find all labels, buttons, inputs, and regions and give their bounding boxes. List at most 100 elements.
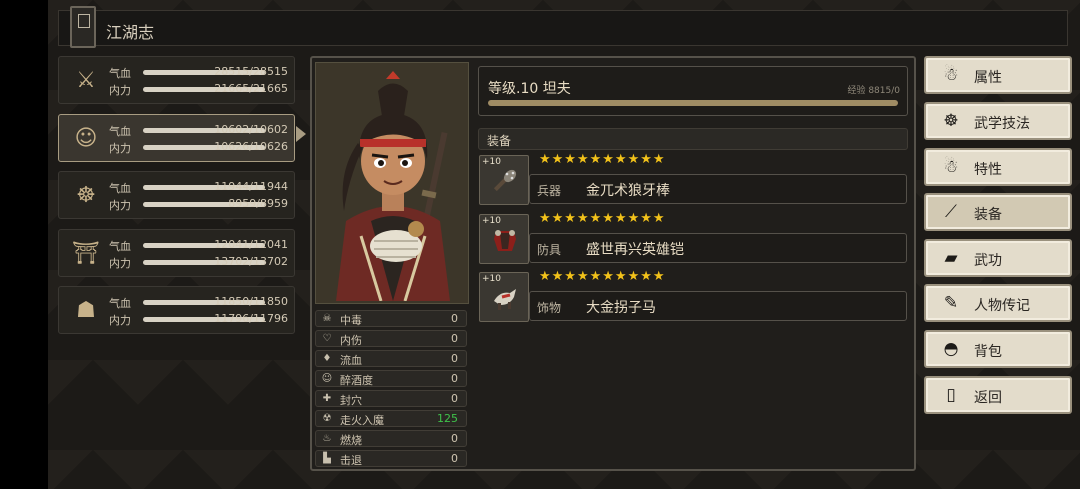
status-value: 125 <box>437 412 458 425</box>
menu-button[interactable]: ☸ 武学技法 <box>924 102 1072 140</box>
biography-icon: ✎ <box>943 293 959 313</box>
mp-value: 10626/10626 <box>214 140 288 153</box>
selected-arrow-icon <box>296 126 306 142</box>
status-name: 醉酒度 <box>340 374 373 387</box>
mp-value: 11796/11796 <box>214 312 288 325</box>
menu-label: 武学技法 <box>974 116 1030 132</box>
menu-button[interactable]: ▯ 返回 <box>924 376 1072 414</box>
drunk-icon: ☺ <box>321 373 333 384</box>
menu-label: 人物传记 <box>974 298 1030 314</box>
demon-icon: ☢ <box>322 413 332 424</box>
status-value: 0 <box>451 312 458 325</box>
equipment-header-label: 装备 <box>487 134 512 148</box>
hp-label: 气血 <box>109 297 131 310</box>
hp-value: 11944/11944 <box>214 180 288 193</box>
equipment-slot[interactable]: +10 ★★★★★★★★★★ 兵器 金兀术狼牙棒 <box>479 152 909 211</box>
mp-value: 8959/8959 <box>228 197 288 210</box>
seal-icon: ✚ <box>322 393 332 404</box>
status-row: ☺ 醉酒度 0 <box>315 370 467 387</box>
equipment-type: 防具 <box>537 243 562 257</box>
blood-icon: ♦ <box>322 353 332 364</box>
mp-label: 内力 <box>109 84 131 97</box>
assassin-portrait-icon: ☗ <box>76 297 96 323</box>
menu-label: 武功 <box>974 253 1002 269</box>
mp-value: 21665/21665 <box>214 82 288 95</box>
exp-bar <box>488 100 898 106</box>
character-card[interactable]: ⚔ 气血 28515/28515 内力 21665/21665 <box>58 56 295 104</box>
menu-label: 特性 <box>974 162 1002 178</box>
broken-heart-icon: ♡ <box>322 333 332 344</box>
status-name: 封穴 <box>340 394 362 407</box>
menu-label: 装备 <box>974 207 1002 223</box>
menu-button[interactable]: ▰ 武功 <box>924 239 1072 277</box>
equipment-slot[interactable]: +10 ★★★★★★★★★★ 防具 盛世再兴英雄铠 <box>479 211 909 270</box>
equipment-name: 金兀术狼牙棒 <box>586 183 670 199</box>
character-card[interactable]: ⛩ 气血 12041/12041 内力 13702/13702 <box>58 229 295 277</box>
hp-label: 气血 <box>109 182 131 195</box>
menu-button[interactable]: ⟋ 装备 <box>924 193 1072 231</box>
status-name: 击退 <box>340 454 362 467</box>
star-rating: ★★★★★★★★★★ <box>539 269 666 284</box>
status-row: ✚ 封穴 0 <box>315 390 467 407</box>
journal-book-icon <box>70 6 96 48</box>
bag-icon: ◓ <box>943 339 959 359</box>
equipment-slot[interactable]: +10 ★★★★★★★★★★ 饰物 大金拐子马 <box>479 269 909 328</box>
martial-skill-icon: ☸ <box>943 111 959 131</box>
menu-label: 属性 <box>974 70 1002 86</box>
status-row: ☠ 中毒 0 <box>315 310 467 327</box>
mp-label: 内力 <box>109 257 131 270</box>
menu-button[interactable]: ☃ 属性 <box>924 56 1072 94</box>
equipment-header: 装备 <box>478 128 908 150</box>
menu-button[interactable]: ☃ 特性 <box>924 148 1072 186</box>
status-row: ♨ 燃烧 0 <box>315 430 467 447</box>
straw-hat-portrait-icon: ⛩ <box>72 240 100 266</box>
warrior-portrait-icon: ⚔ <box>76 67 96 93</box>
status-name: 燃烧 <box>340 434 362 447</box>
hero-portrait-art <box>336 71 450 301</box>
status-value: 0 <box>451 352 458 365</box>
attribute-icon: ☃ <box>943 65 959 85</box>
star-rating: ★★★★★★★★★★ <box>539 152 666 167</box>
status-name: 流血 <box>340 354 362 367</box>
character-card[interactable]: ☗ 气血 11850/11850 内力 11796/11796 <box>58 286 295 334</box>
status-value: 0 <box>451 392 458 405</box>
equipment-item-icon[interactable]: +10 <box>479 272 529 322</box>
exp-value: 经验 8815/0 <box>847 86 900 96</box>
status-name: 走火入魔 <box>340 414 384 427</box>
character-card[interactable]: ☸ 气血 11944/11944 内力 8959/8959 <box>58 171 295 219</box>
hp-value: 11850/11850 <box>214 295 288 308</box>
status-value: 0 <box>451 452 458 465</box>
door-icon: ▯ <box>946 385 956 405</box>
status-row: ▙ 击退 0 <box>315 450 467 467</box>
status-value: 0 <box>451 432 458 445</box>
equipment-name: 盛世再兴英雄铠 <box>586 242 684 258</box>
hero-portrait-icon: ☺ <box>74 125 98 151</box>
status-name: 中毒 <box>340 314 362 327</box>
character-portrait <box>315 62 469 304</box>
title-bar <box>58 10 1068 46</box>
equipment-item-icon[interactable]: +10 <box>479 214 529 264</box>
status-row: ♦ 流血 0 <box>315 350 467 367</box>
hp-value: 12041/12041 <box>214 238 288 251</box>
fire-icon: ♨ <box>322 433 332 444</box>
hp-value: 10602/10602 <box>214 123 288 136</box>
equipment-type: 饰物 <box>537 301 562 315</box>
menu-button[interactable]: ◓ 背包 <box>924 330 1072 368</box>
hp-label: 气血 <box>109 240 131 253</box>
page-title: 江湖志 <box>106 23 155 42</box>
mp-value: 13702/13702 <box>214 255 288 268</box>
menu-button[interactable]: ✎ 人物传记 <box>924 284 1072 322</box>
status-value: 0 <box>451 332 458 345</box>
status-row: ☢ 走火入魔 125 <box>315 410 467 427</box>
mp-label: 内力 <box>109 199 131 212</box>
status-name: 内伤 <box>340 334 362 347</box>
hp-value: 28515/28515 <box>214 65 288 78</box>
equipment-name: 大金拐子马 <box>586 300 656 316</box>
sword-icon: ⟋ <box>945 202 957 222</box>
equipment-item-icon[interactable]: +10 <box>479 155 529 205</box>
menu-label: 返回 <box>974 390 1002 406</box>
status-row: ♡ 内伤 0 <box>315 330 467 347</box>
character-card[interactable]: ☺ 气血 10602/10602 内力 10626/10626 <box>58 114 295 162</box>
status-value: 0 <box>451 372 458 385</box>
star-rating: ★★★★★★★★★★ <box>539 211 666 226</box>
